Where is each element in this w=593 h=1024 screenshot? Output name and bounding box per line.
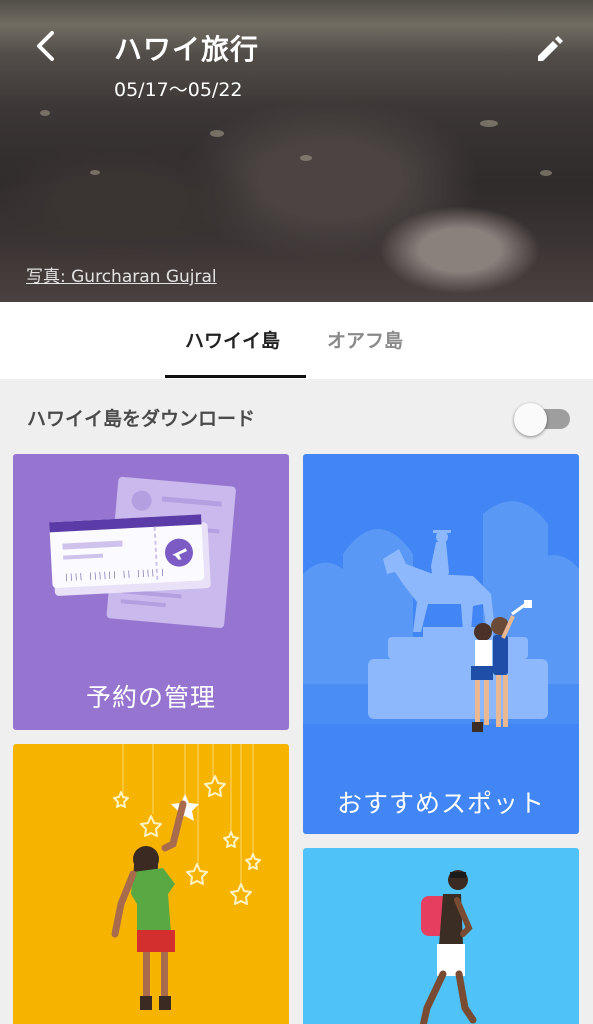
trip-title: ハワイ旅行 [114, 33, 260, 66]
spots-illustration [303, 501, 579, 732]
chevron-left-icon [37, 31, 54, 61]
photo-texture [90, 170, 100, 175]
cover-photo-shade [0, 0, 593, 110]
recommended-spots-card-label: おすすめスポット [336, 789, 545, 818]
tab-oahu[interactable]: オアフ島 [327, 326, 403, 353]
cover-photo: ハワイ旅行 05/17〜05/22 写真: Gurcharan Gujral [0, 0, 593, 302]
back-button[interactable] [28, 26, 64, 66]
download-row: ハワイイ島をダウンロード [0, 379, 593, 453]
island-tabs: ハワイイ島 オアフ島 [0, 302, 593, 379]
photo-texture [540, 170, 552, 176]
tab-hawaii-island[interactable]: ハワイイ島 [185, 326, 280, 353]
photo-credit-link[interactable]: 写真: Gurcharan Gujral [26, 262, 217, 287]
photo-texture [210, 130, 224, 137]
reservations-card[interactable]: |||| |||||| || |||| | 予約の管理 [13, 454, 289, 730]
photo-texture [300, 155, 312, 161]
explore-card[interactable] [303, 848, 579, 1024]
download-toggle[interactable] [514, 402, 572, 436]
toggle-knob [514, 403, 547, 436]
edit-button[interactable] [529, 28, 569, 68]
reservations-card-label: 予約の管理 [85, 683, 216, 712]
wishlist-card[interactable] [13, 744, 289, 1024]
download-label: ハワイイ島をダウンロード [27, 408, 256, 430]
photo-texture [480, 120, 498, 127]
recommended-spots-card[interactable]: おすすめスポット [303, 454, 579, 834]
pencil-icon [538, 36, 563, 61]
active-tab-indicator [165, 375, 306, 378]
trip-dates: 05/17〜05/22 [114, 79, 243, 101]
hiker-illustration [419, 870, 477, 1024]
photo-texture [40, 110, 50, 116]
stars-illustration [111, 744, 261, 1010]
